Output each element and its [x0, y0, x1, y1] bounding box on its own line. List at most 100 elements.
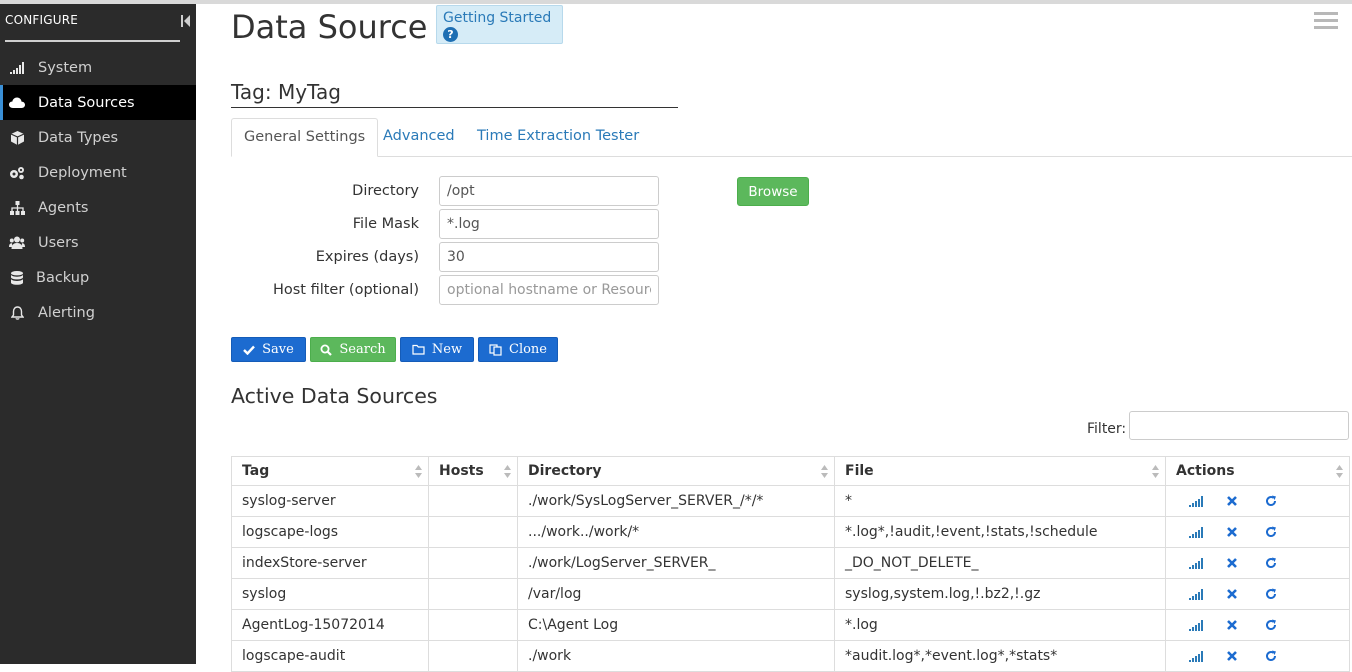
cell-directory: ./work/SysLogServer_SERVER_/*/*	[517, 485, 835, 517]
cell-tag: AgentLog-15072014	[231, 609, 429, 641]
getting-started-link[interactable]: Getting Started ?	[436, 5, 563, 44]
new-button[interactable]: New	[400, 337, 474, 362]
page-title: Data Source	[231, 8, 428, 46]
directory-input[interactable]	[439, 176, 659, 206]
sidebar-item-label: Alerting	[38, 304, 95, 321]
delete-icon[interactable]	[1227, 527, 1265, 537]
cell-hosts	[428, 609, 518, 641]
expires-label: Expires (days)	[315, 249, 419, 265]
tab-general-settings[interactable]: General Settings	[231, 118, 379, 157]
delete-icon[interactable]	[1227, 496, 1265, 506]
menu-icon[interactable]	[1314, 12, 1338, 32]
cell-file: *	[834, 485, 1166, 517]
search-button-label: Search	[339, 342, 386, 357]
sidebar: CONFIGURE System Data Sources Data Types…	[0, 4, 196, 664]
search-button[interactable]: Search	[310, 337, 396, 362]
cell-actions	[1165, 547, 1350, 579]
cell-actions	[1165, 609, 1350, 641]
sidebar-divider	[5, 40, 180, 42]
cell-file: *audit.log*,*event.log*,*stats*	[834, 640, 1166, 672]
table-row: syslog /var/log syslog,system.log,!.bz2,…	[231, 578, 1350, 610]
host-filter-label: Host filter (optional)	[272, 282, 419, 298]
column-header-tag[interactable]: Tag	[231, 456, 429, 486]
refresh-icon[interactable]	[1265, 495, 1303, 507]
database-icon	[9, 270, 25, 286]
sidebar-item-label: Data Types	[38, 129, 119, 146]
column-header-hosts[interactable]: Hosts	[428, 456, 518, 486]
file-mask-label: File Mask	[352, 216, 419, 232]
table-row: indexStore-server ./work/LogServer_SERVE…	[231, 547, 1350, 579]
sidebar-item-alerting[interactable]: Alerting	[0, 295, 196, 330]
search-data-icon[interactable]	[1189, 619, 1227, 631]
filter-input[interactable]	[1129, 411, 1349, 440]
collapse-sidebar-icon[interactable]	[181, 13, 191, 27]
sidebar-item-deployment[interactable]: Deployment	[0, 155, 196, 190]
search-data-icon[interactable]	[1189, 588, 1227, 600]
table-row: AgentLog-15072014 C:\Agent Log *.log	[231, 609, 1350, 641]
sidebar-item-label: System	[38, 59, 93, 76]
sidebar-item-label: Deployment	[38, 164, 127, 181]
refresh-icon[interactable]	[1265, 526, 1303, 538]
refresh-icon[interactable]	[1265, 650, 1303, 662]
cell-file: *.log	[834, 609, 1166, 641]
data-sources-table: Tag Hosts Directory File Actions syslog-…	[231, 456, 1350, 672]
sidebar-item-backup[interactable]: Backup	[0, 260, 196, 295]
host-filter-input[interactable]	[439, 275, 659, 305]
expires-input[interactable]	[439, 242, 659, 272]
delete-icon[interactable]	[1227, 558, 1265, 568]
refresh-icon[interactable]	[1265, 619, 1303, 631]
active-data-sources-title: Active Data Sources	[231, 384, 438, 408]
refresh-icon[interactable]	[1265, 557, 1303, 569]
cell-actions	[1165, 485, 1350, 517]
search-data-icon[interactable]	[1189, 495, 1227, 507]
clone-button-label: Clone	[509, 342, 547, 357]
sidebar-item-users[interactable]: Users	[0, 225, 196, 260]
file-mask-input[interactable]	[439, 209, 659, 239]
sidebar-item-label: Agents	[38, 199, 89, 216]
tab-advanced[interactable]: Advanced	[371, 118, 467, 156]
delete-icon[interactable]	[1227, 620, 1265, 630]
users-icon	[9, 235, 25, 251]
signal-bars-icon	[9, 60, 25, 76]
tag-heading: Tag: MyTag	[231, 80, 678, 108]
cell-file: *.log*,!audit,!event,!stats,!schedule	[834, 516, 1166, 548]
cell-file: _DO_NOT_DELETE_	[834, 547, 1166, 579]
delete-icon[interactable]	[1227, 589, 1265, 599]
save-button[interactable]: Save	[231, 337, 306, 362]
browse-button[interactable]: Browse	[737, 177, 809, 206]
sort-icon	[415, 465, 422, 478]
cell-hosts	[428, 640, 518, 672]
sidebar-item-label: Backup	[36, 269, 90, 286]
cloud-icon	[9, 95, 25, 111]
column-header-actions[interactable]: Actions	[1165, 456, 1350, 486]
cell-tag: logscape-audit	[231, 640, 429, 672]
delete-icon[interactable]	[1227, 651, 1265, 661]
sort-icon	[1336, 465, 1343, 478]
refresh-icon[interactable]	[1265, 588, 1303, 600]
clone-button[interactable]: Clone	[478, 337, 558, 362]
sort-icon	[821, 465, 828, 478]
cell-actions	[1165, 516, 1350, 548]
search-data-icon[interactable]	[1189, 650, 1227, 662]
sidebar-item-data-types[interactable]: Data Types	[0, 120, 196, 155]
sidebar-item-system[interactable]: System	[0, 50, 196, 85]
gears-icon	[9, 165, 25, 181]
column-header-directory[interactable]: Directory	[517, 456, 835, 486]
sidebar-item-agents[interactable]: Agents	[0, 190, 196, 225]
sidebar-item-label: Data Sources	[38, 94, 135, 111]
cell-directory: ./work/LogServer_SERVER_	[517, 547, 835, 579]
cell-file: syslog,system.log,!.bz2,!.gz	[834, 578, 1166, 610]
cell-directory: .../work../work/*	[517, 516, 835, 548]
cell-directory: ./work	[517, 640, 835, 672]
column-header-file[interactable]: File	[834, 456, 1166, 486]
tab-time-extraction-tester[interactable]: Time Extraction Tester	[465, 118, 651, 156]
cell-tag: syslog-server	[231, 485, 429, 517]
table-row: syslog-server ./work/SysLogServer_SERVER…	[231, 485, 1350, 517]
sidebar-item-data-sources[interactable]: Data Sources	[0, 85, 196, 120]
new-button-label: New	[431, 342, 463, 357]
top-border	[0, 0, 1352, 4]
settings-tabs: General Settings Advanced Time Extractio…	[231, 118, 1352, 157]
search-data-icon[interactable]	[1189, 557, 1227, 569]
search-data-icon[interactable]	[1189, 526, 1227, 538]
table-row: logscape-audit ./work *audit.log*,*event…	[231, 640, 1350, 672]
